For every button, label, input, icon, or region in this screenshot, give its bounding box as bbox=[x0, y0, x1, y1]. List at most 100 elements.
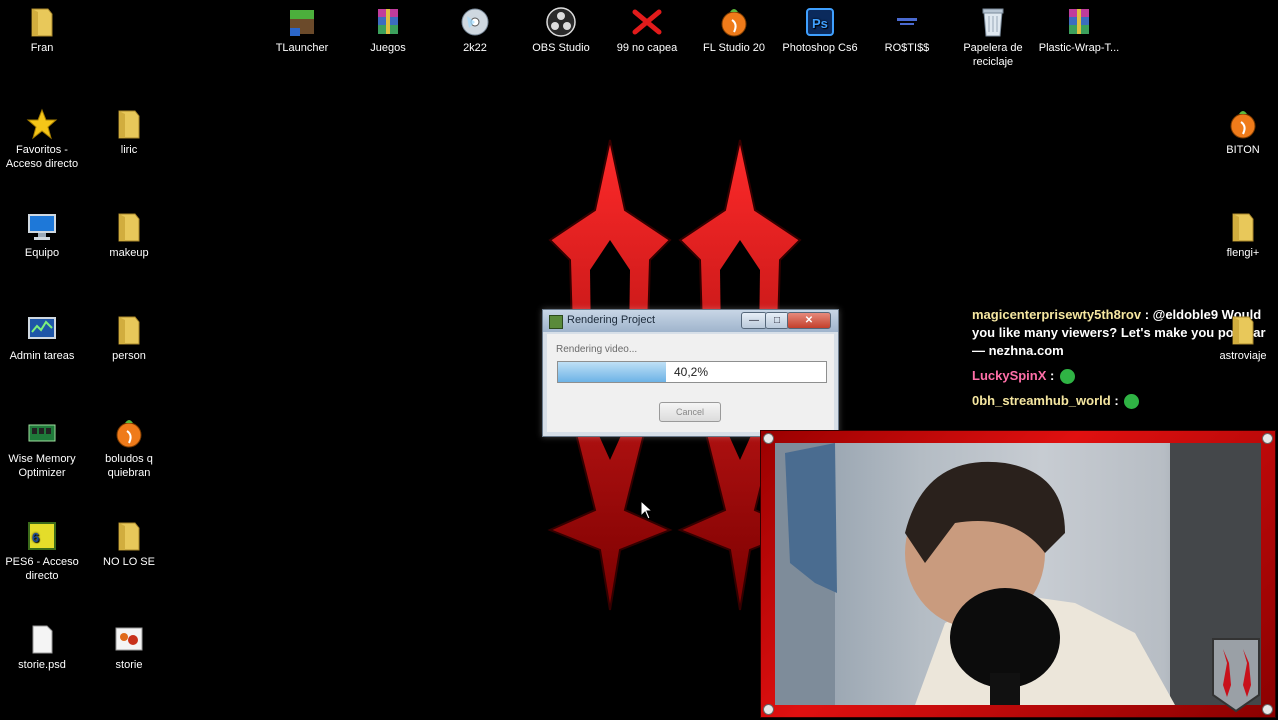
desktop-icon[interactable]: Papelera de reciclaje bbox=[951, 6, 1035, 69]
folder-icon bbox=[26, 6, 58, 38]
desktop-icon-label: 99 no capea bbox=[616, 42, 678, 54]
tlauncher-icon bbox=[286, 6, 318, 38]
folder-icon bbox=[113, 211, 145, 243]
desktop-icon-label: Photoshop Cs6 bbox=[782, 42, 858, 54]
folder-icon bbox=[113, 520, 145, 552]
desktop-icon[interactable]: storie bbox=[87, 623, 171, 672]
star-icon bbox=[26, 108, 58, 140]
dialog-body: Rendering video... 40,2% Cancel bbox=[547, 334, 834, 432]
desktop-icon-label: boludos q quiebran bbox=[105, 453, 153, 479]
desktop-icon[interactable]: person bbox=[87, 314, 171, 363]
computer-icon bbox=[26, 211, 58, 243]
shortcut-icon bbox=[891, 6, 923, 38]
desktop-icon[interactable]: Fran bbox=[0, 6, 84, 55]
desktop-icon[interactable]: storie.psd bbox=[0, 623, 84, 672]
file-icon bbox=[26, 623, 58, 655]
obs-icon bbox=[545, 6, 577, 38]
desktop-icon-label: TLauncher bbox=[275, 42, 329, 54]
close-button[interactable]: ✕ bbox=[787, 312, 831, 329]
desktop-icon[interactable]: Wise Memory Optimizer bbox=[0, 417, 84, 480]
desktop-icon-label: BITON bbox=[1226, 144, 1260, 156]
desktop-icon[interactable]: Admin tareas bbox=[0, 314, 84, 363]
svg-text:Ps: Ps bbox=[812, 16, 828, 31]
desktop-icon[interactable]: 99 no capea bbox=[605, 6, 689, 55]
desktop-icon[interactable]: RO$TI$$ bbox=[865, 6, 949, 55]
desktop-icon[interactable]: liric bbox=[87, 108, 171, 157]
desktop-icon[interactable]: NO LO SE bbox=[87, 520, 171, 569]
desktop-icon-label: Wise Memory Optimizer bbox=[8, 453, 76, 479]
cancel-button[interactable]: Cancel bbox=[659, 402, 721, 422]
webcam-video bbox=[775, 443, 1261, 705]
desktop-icon-label: OBS Studio bbox=[532, 42, 590, 54]
desktop-icon-label: Fran bbox=[30, 42, 54, 54]
winrar-icon bbox=[1063, 6, 1095, 38]
folder-icon bbox=[113, 314, 145, 346]
memory-icon bbox=[26, 417, 58, 449]
recycle-bin-icon bbox=[977, 6, 1009, 38]
desktop-icon[interactable]: 2k22 bbox=[433, 6, 517, 55]
desktop-icon-label: RO$TI$$ bbox=[884, 42, 930, 54]
fl-studio-icon bbox=[1227, 108, 1259, 140]
chat-text: : bbox=[1050, 368, 1055, 383]
desktop-icon-label: NO LO SE bbox=[103, 556, 155, 568]
desktop-icon-label: PES6 - Acceso directo bbox=[5, 556, 79, 582]
webcam-frame bbox=[760, 430, 1276, 718]
fl-studio-icon bbox=[718, 6, 750, 38]
desktop-icon[interactable]: makeup bbox=[87, 211, 171, 260]
rivet-icon bbox=[1262, 704, 1273, 715]
desktop-icon-label: Papelera de reciclaje bbox=[963, 42, 1023, 68]
desktop-icon-label: FL Studio 20 bbox=[703, 42, 765, 54]
desktop-icon[interactable]: Equipo bbox=[0, 211, 84, 260]
folder-icon bbox=[1227, 314, 1259, 346]
desktop-icon[interactable]: FL Studio 20 bbox=[692, 6, 776, 55]
render-progress-bar: 40,2% bbox=[557, 361, 827, 383]
fl-studio-icon bbox=[113, 417, 145, 449]
progress-percent-label: 40,2% bbox=[674, 365, 709, 379]
folder-icon bbox=[113, 108, 145, 140]
chat-username: magicenterprisewty5th8rov bbox=[972, 307, 1142, 322]
desktop-icon-label: person bbox=[112, 350, 146, 362]
desktop-icon[interactable]: Favoritos - Acceso directo bbox=[0, 108, 84, 171]
chat-message: LuckySpinX : bbox=[972, 367, 1272, 385]
dialog-title: Rendering Project bbox=[567, 314, 656, 326]
desktop-icon[interactable]: Ps Photoshop Cs6 bbox=[778, 6, 862, 55]
emote-icon bbox=[1060, 369, 1076, 385]
desktop-icon[interactable]: flengi+ bbox=[1208, 211, 1278, 260]
desktop-icon[interactable]: TLauncher bbox=[260, 6, 344, 55]
desktop-icon[interactable]: Plastic-Wrap-T... bbox=[1037, 6, 1121, 55]
desktop-icon-label: Favoritos - Acceso directo bbox=[5, 144, 79, 170]
maximize-button[interactable]: □ bbox=[765, 312, 789, 329]
svg-text:6: 6 bbox=[32, 530, 39, 545]
rivet-icon bbox=[1262, 433, 1273, 444]
chat-message: 0bh_streamhub_world : bbox=[972, 392, 1272, 410]
desktop-icon[interactable]: BITON bbox=[1208, 108, 1278, 157]
desktop-icon-label: Plastic-Wrap-T... bbox=[1038, 42, 1120, 54]
image-icon bbox=[113, 623, 145, 655]
emote-icon bbox=[1124, 394, 1140, 410]
desktop-icon[interactable]: OBS Studio bbox=[519, 6, 603, 55]
desktop-icon[interactable]: Juegos bbox=[346, 6, 430, 55]
desktop-icon-label: makeup bbox=[109, 247, 149, 259]
progress-fill bbox=[558, 362, 666, 382]
desktop-icon[interactable]: astroviaje bbox=[1208, 314, 1278, 363]
render-status-text: Rendering video... bbox=[556, 344, 638, 355]
rendering-dialog: Rendering Project — □ ✕ Rendering video.… bbox=[542, 309, 839, 437]
desktop-icon-label: storie.psd bbox=[18, 659, 66, 671]
desktop-icon-label: astroviaje bbox=[1219, 350, 1267, 362]
dialog-titlebar[interactable]: Rendering Project — □ ✕ bbox=[543, 310, 838, 332]
desktop-icon-label: flengi+ bbox=[1226, 247, 1260, 259]
task-manager-icon bbox=[26, 314, 58, 346]
chat-username: 0bh_streamhub_world bbox=[972, 393, 1111, 408]
photoshop-icon: Ps bbox=[804, 6, 836, 38]
desktop-icon-label: Juegos bbox=[370, 42, 406, 54]
rivet-icon bbox=[763, 704, 774, 715]
rivet-icon bbox=[763, 433, 774, 444]
pes6-icon: 6 bbox=[26, 520, 58, 552]
desktop-icon[interactable]: 6 PES6 - Acceso directo bbox=[0, 520, 84, 583]
desktop-icon[interactable]: boludos q quiebran bbox=[87, 417, 171, 480]
desktop-icon-label: Admin tareas bbox=[9, 350, 75, 362]
mouse-cursor-icon bbox=[640, 500, 654, 520]
minimize-button[interactable]: — bbox=[741, 312, 767, 329]
desktop-icon-label: storie bbox=[115, 659, 143, 671]
chat-text: : bbox=[1114, 393, 1119, 408]
